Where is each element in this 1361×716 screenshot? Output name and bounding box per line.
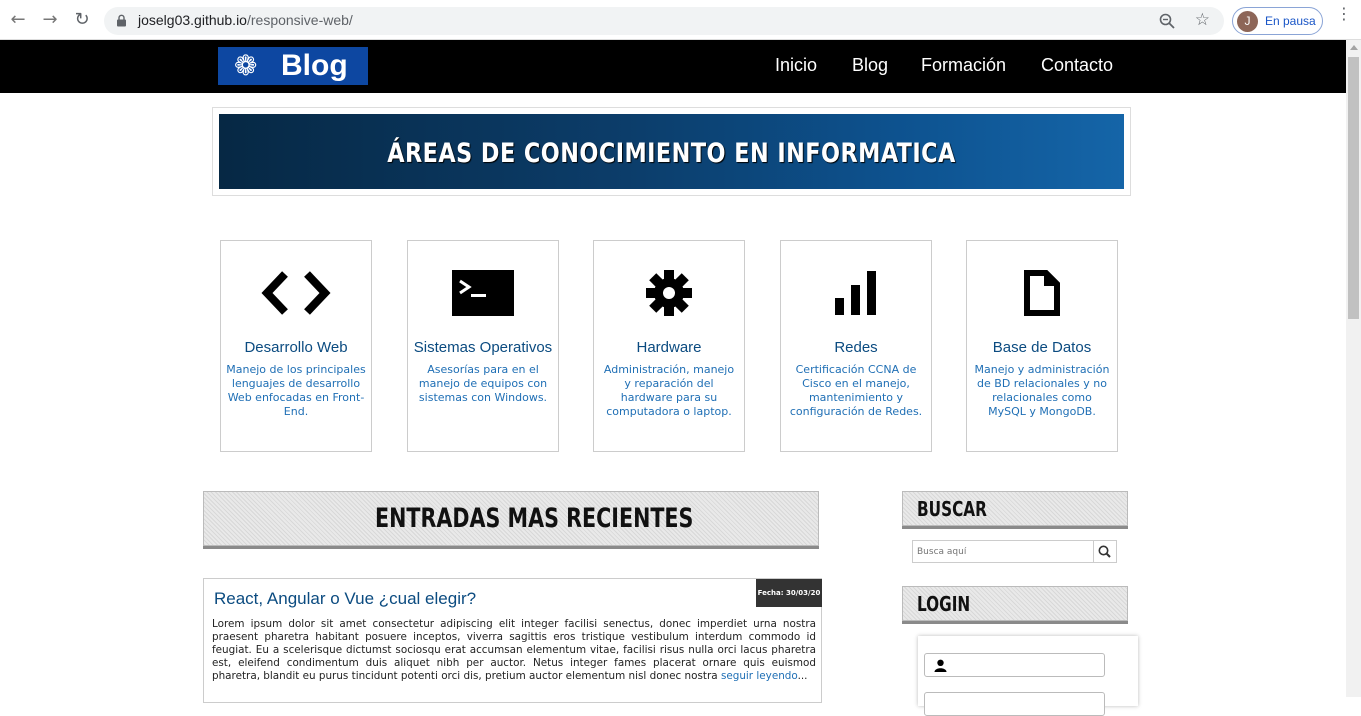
search-button[interactable]: [1093, 541, 1116, 562]
menu-kebab-icon[interactable]: ⋮: [1336, 6, 1352, 22]
zoom-icon[interactable]: [1158, 12, 1176, 30]
area-description: Manejo de los principales lenguajes de d…: [226, 363, 366, 418]
lock-icon: [117, 14, 126, 27]
nav-formacion[interactable]: Formación: [921, 55, 1006, 76]
user-icon: [934, 659, 947, 672]
terminal-icon: [452, 270, 514, 316]
recent-posts-heading: ENTRADAS MAS RECIENTES: [203, 491, 819, 546]
area-description: Asesorías para en el manejo de equipos c…: [418, 363, 548, 404]
file-icon: [1024, 270, 1060, 316]
code-icon: [261, 271, 331, 315]
signal-bars-icon: [835, 271, 876, 315]
area-title[interactable]: Desarrollo Web: [221, 339, 371, 356]
nav-inicio[interactable]: Inicio: [775, 55, 817, 76]
bookmark-star-icon[interactable]: ☆: [1195, 10, 1210, 30]
site-logo[interactable]: ❁ Blog: [218, 47, 368, 85]
nav-blog[interactable]: Blog: [852, 55, 888, 76]
url-host: joselg03.github.io: [138, 12, 247, 28]
read-more-link[interactable]: seguir leyendo: [721, 670, 798, 682]
search-form: [912, 540, 1117, 563]
password-field[interactable]: [924, 692, 1105, 716]
login-heading: LOGIN: [902, 586, 1128, 621]
area-description: Manejo y administración de BD relacional…: [974, 363, 1110, 418]
area-title[interactable]: Hardware: [594, 339, 744, 356]
address-bar[interactable]: joselg03.github.io/responsive-web/ ☆: [104, 7, 1224, 35]
nav-contacto[interactable]: Contacto: [1041, 55, 1113, 76]
site-header: ❁ Blog Inicio Blog Formación Contacto: [0, 40, 1346, 93]
post-card: React, Angular o Vue ¿cual elegir? Fecha…: [203, 578, 822, 703]
gear-icon: [646, 270, 692, 316]
area-title[interactable]: Base de Datos: [967, 339, 1117, 356]
area-card-redes[interactable]: Redes Certificación CCNA de Cisco en el …: [780, 240, 932, 452]
login-heading-title: LOGIN: [917, 592, 971, 616]
login-panel: [918, 636, 1138, 716]
logo-text: Blog: [281, 49, 348, 82]
post-title[interactable]: React, Angular o Vue ¿cual elegir?: [214, 589, 476, 609]
area-title[interactable]: Redes: [781, 339, 931, 356]
post-ellipsis: ...: [797, 670, 808, 682]
recent-posts-title: ENTRADAS MAS RECIENTES: [375, 503, 694, 534]
avatar: J: [1237, 11, 1258, 32]
area-card-desarrollo-web[interactable]: Desarrollo Web Manejo de los principales…: [220, 240, 372, 452]
profile-button[interactable]: J En pausa: [1232, 7, 1323, 35]
post-body: Lorem ipsum dolor sit amet consectetur a…: [212, 618, 816, 683]
scroll-up-icon[interactable]: [1350, 45, 1358, 50]
search-icon: [1098, 545, 1111, 558]
scroll-thumb[interactable]: [1348, 57, 1359, 319]
url-path: /responsive-web/: [246, 12, 353, 28]
profile-status: En pausa: [1265, 14, 1316, 28]
banner: ÁREAS DE CONOCIMIENTO EN INFORMATICA: [212, 107, 1131, 196]
forward-icon[interactable]: →: [40, 10, 60, 30]
post-date-badge: Fecha: 30/03/20: [756, 579, 822, 607]
reload-icon[interactable]: ↻: [72, 10, 92, 30]
cog-icon: ❁: [234, 49, 258, 82]
back-icon[interactable]: ←: [8, 10, 28, 30]
browser-toolbar: ← → ↻ joselg03.github.io/responsive-web/…: [0, 0, 1361, 40]
url-text: joselg03.github.io/responsive-web/: [138, 12, 353, 28]
search-input[interactable]: [913, 541, 1094, 562]
banner-title: ÁREAS DE CONOCIMIENTO EN INFORMATICA: [387, 138, 956, 169]
search-heading: BUSCAR: [902, 491, 1128, 526]
area-title[interactable]: Sistemas Operativos: [408, 339, 558, 356]
area-card-sistemas-operativos[interactable]: Sistemas Operativos Asesorías para en el…: [407, 240, 559, 452]
page-scrollbar[interactable]: [1346, 40, 1361, 697]
area-description: Administración, manejo y reparación del …: [603, 363, 735, 418]
area-card-hardware[interactable]: Hardware Administración, manejo y repara…: [593, 240, 745, 452]
area-card-base-de-datos[interactable]: Base de Datos Manejo y administración de…: [966, 240, 1118, 452]
area-description: Certificación CCNA de Cisco en el manejo…: [789, 363, 923, 418]
search-heading-title: BUSCAR: [917, 497, 987, 521]
username-field[interactable]: [924, 653, 1105, 677]
banner-image: ÁREAS DE CONOCIMIENTO EN INFORMATICA: [219, 114, 1124, 189]
